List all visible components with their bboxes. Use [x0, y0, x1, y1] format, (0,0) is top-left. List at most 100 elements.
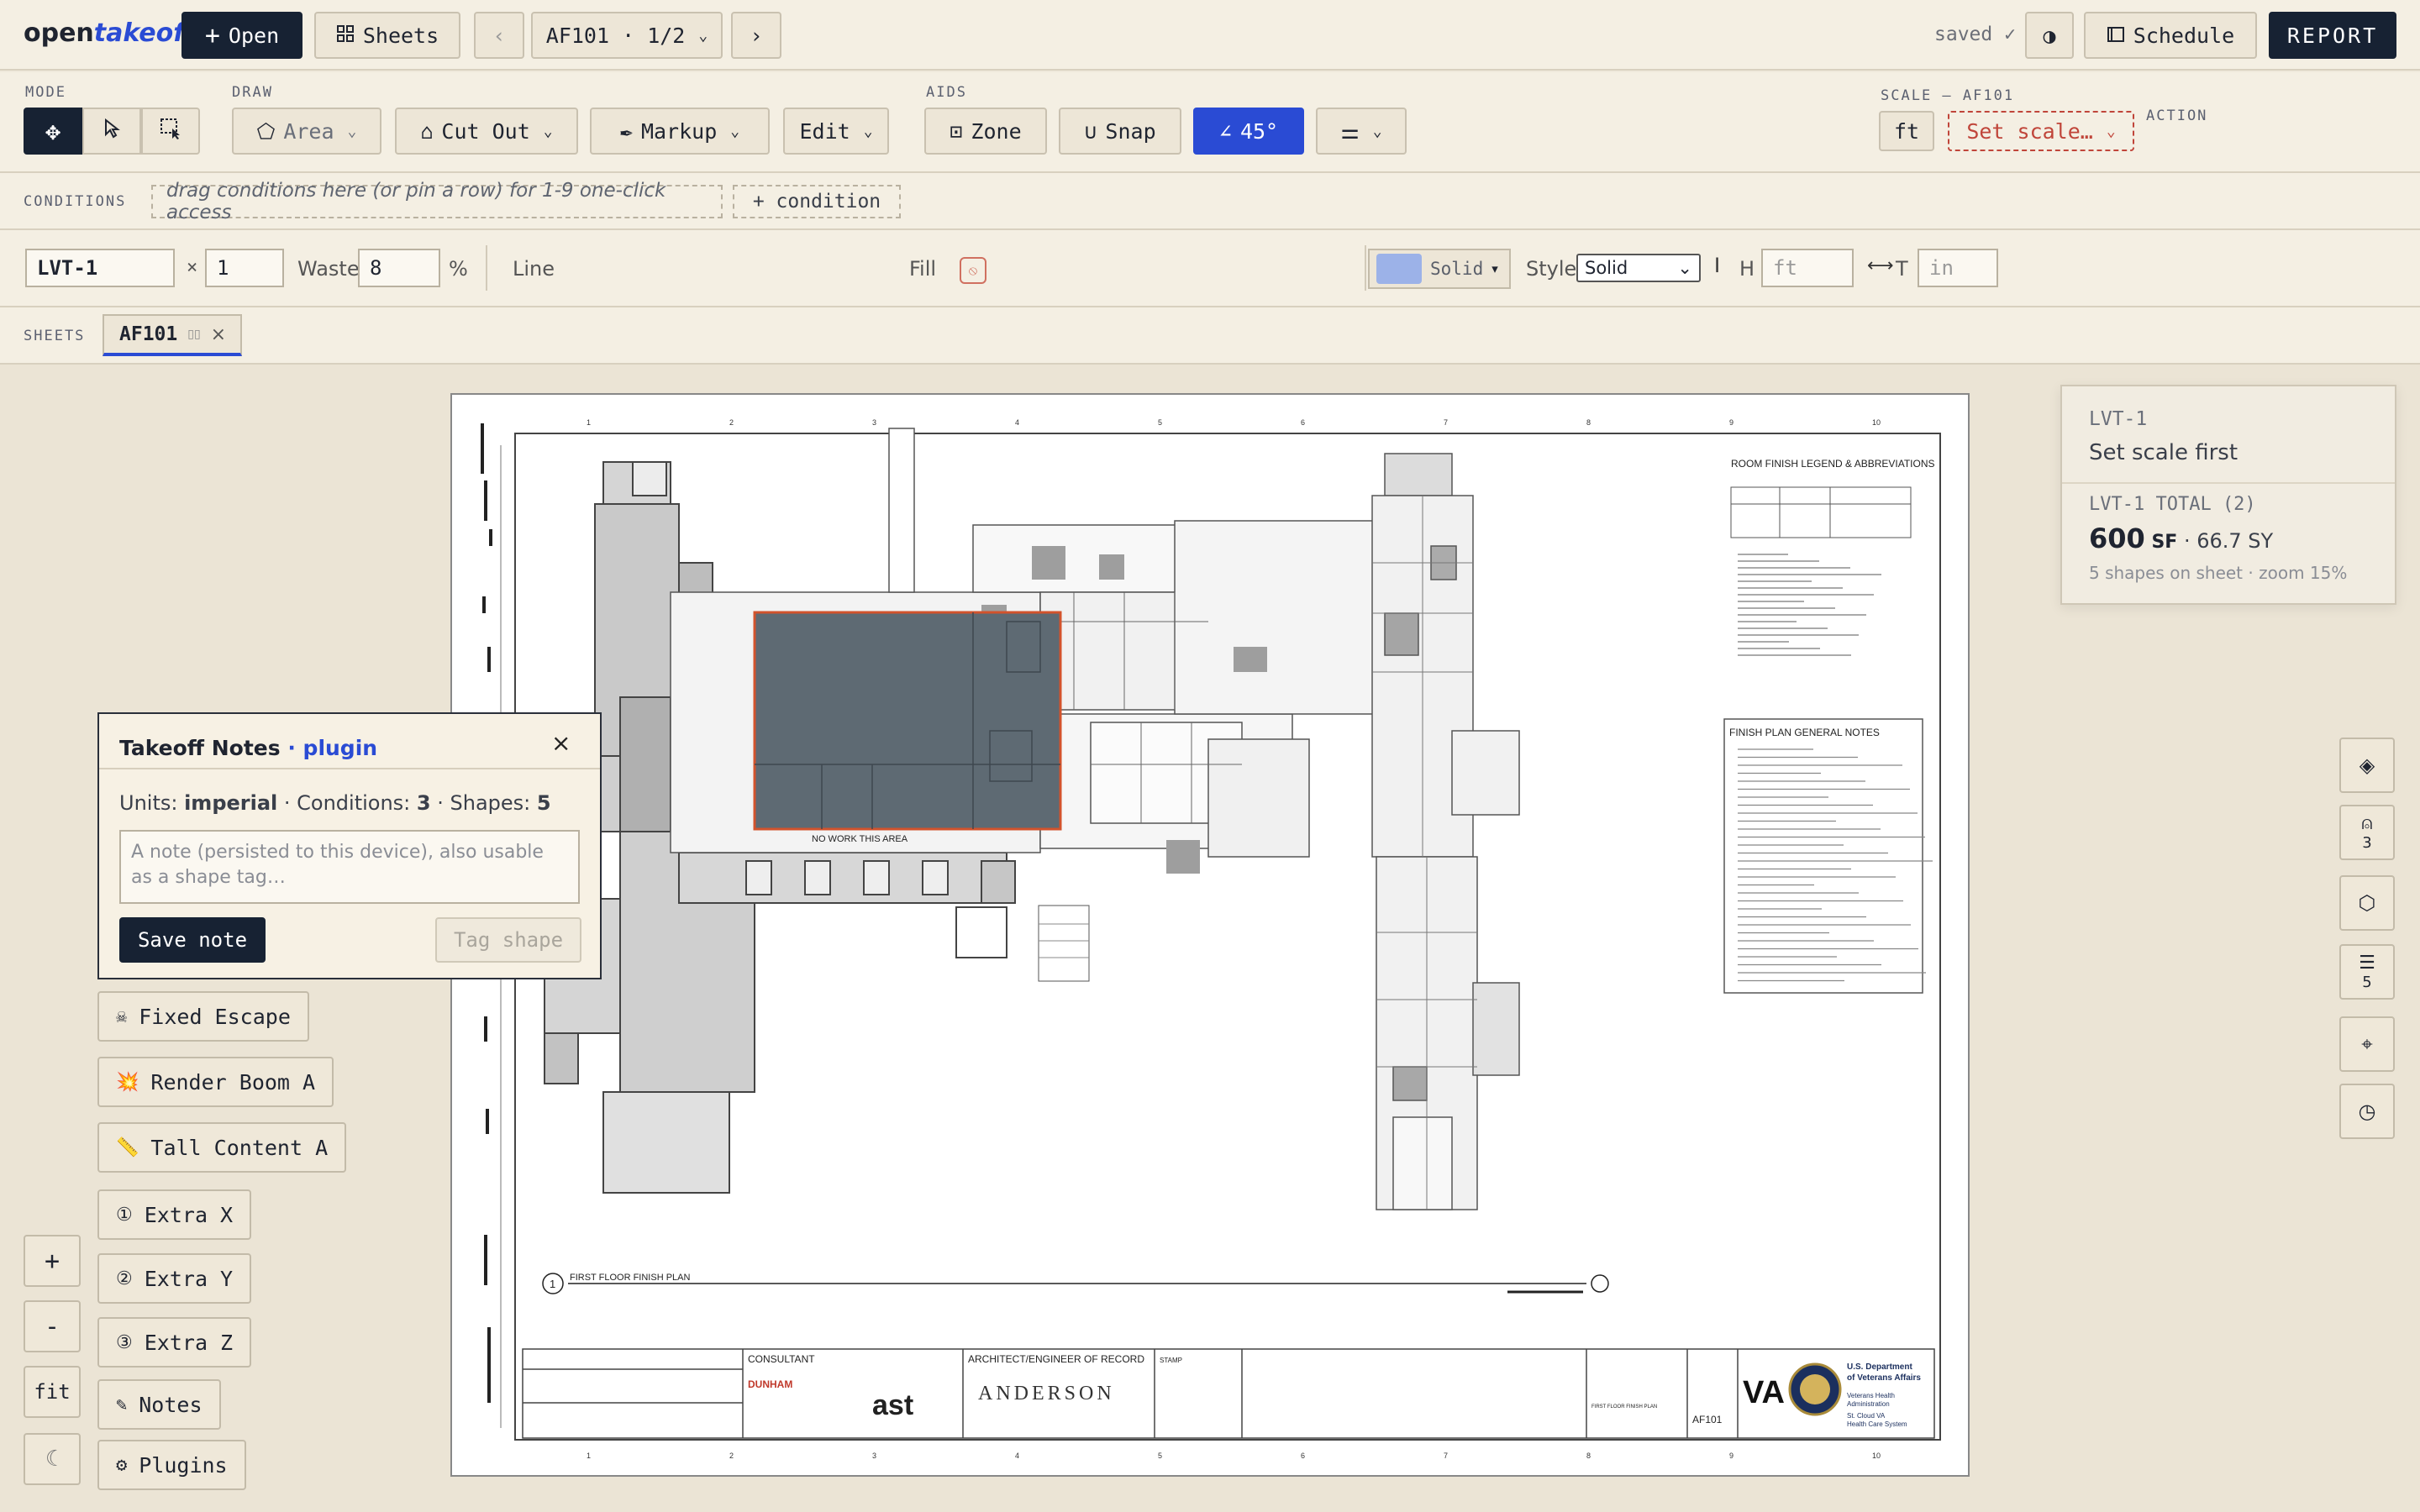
cutout-icon: ⌂ [420, 118, 434, 144]
snap-button[interactable]: ∪ Snap [1059, 108, 1181, 155]
chevron-left-icon: ‹ [492, 23, 506, 48]
plugin-icon: ③ [116, 1331, 133, 1353]
sheet-tab-af101[interactable]: AF101 ▯▯ × [103, 314, 242, 356]
va-logo: VA [1743, 1375, 1785, 1410]
schedule-icon [2107, 24, 2125, 48]
grid-label: 3 [872, 418, 876, 427]
plugin-button-notes[interactable]: ✎ Notes [97, 1379, 221, 1430]
shapes-panel-button[interactable]: ⬡ [2339, 875, 2395, 931]
markup-tool-button[interactable]: ✒ Markup ⌄ [590, 108, 770, 155]
plugin-icon: ✎ [116, 1394, 128, 1415]
grid-label: 2 [729, 1452, 734, 1460]
sheet-selector[interactable]: AF101 · 1/2 ⌄ [531, 12, 723, 59]
aids-heading: AIDS [926, 84, 967, 101]
box-select-mode-button[interactable] [141, 108, 200, 155]
divider [1365, 245, 1366, 291]
fit-button[interactable]: fit [24, 1366, 81, 1418]
note-placeholder: A note (persisted to this device), also … [131, 842, 544, 888]
architect-label: ARCHITECT/ENGINEER OF RECORD [968, 1353, 1144, 1365]
plugin-icon: ② [116, 1268, 133, 1289]
add-condition-button[interactable]: + condition [733, 185, 901, 218]
list-panel-button[interactable]: ☰ 5 [2339, 944, 2395, 1000]
hexagon-icon: ⬡ [2358, 891, 2376, 915]
plugin-button-plugins[interactable]: ⚙ Plugins [97, 1440, 246, 1490]
save-note-button[interactable]: Save note [119, 917, 266, 963]
chevron-right-icon: › [750, 23, 763, 48]
pentagon-icon: ⬠ [256, 118, 276, 144]
next-sheet-button[interactable]: › [731, 12, 781, 59]
condition-name-input[interactable]: LVT-1 [25, 249, 175, 287]
tag-shape-button[interactable]: Tag shape [435, 917, 581, 963]
compass-button[interactable]: ◈ [2339, 738, 2395, 793]
unit-button[interactable]: ft [1879, 111, 1934, 151]
thickness-icon: ⟷ [1867, 255, 1894, 276]
anderson-logo: ANDERSON [978, 1383, 1115, 1404]
plugin-button-extra-z[interactable]: ③ Extra Z [97, 1317, 252, 1368]
edit-menu-button[interactable]: Edit ⌄ [783, 108, 889, 155]
zone-icon: ⊡ [950, 118, 963, 144]
fill-color-label: Fill [909, 257, 937, 281]
cutout-label: Cut Out [441, 118, 530, 144]
plugin-button-extra-x[interactable]: ① Extra X [97, 1189, 252, 1240]
drawing-sheet[interactable]: 1 2 3 4 5 6 7 8 9 10 NO WORK THIS AREA R… [450, 393, 1970, 1477]
settings-sliders-button[interactable]: ⚌ ⌄ [1316, 108, 1407, 155]
no-fill-swatch[interactable]: ⦸ [960, 257, 986, 284]
height-input[interactable]: ft [1761, 249, 1854, 287]
open-button[interactable]: + Open [182, 12, 302, 59]
theme-toggle-button[interactable]: ◑ [2025, 12, 2074, 59]
app-logo: opentakeoff [24, 18, 194, 48]
zone-button[interactable]: ⊡ Zone [924, 108, 1047, 155]
close-icon[interactable]: × [551, 729, 571, 757]
zoom-out-button[interactable]: - [24, 1300, 81, 1352]
line-style-select[interactable]: Solid ⌄ [1576, 254, 1701, 282]
pan-mode-button[interactable]: ✥ [24, 108, 82, 155]
waste-input[interactable]: 8 [358, 249, 440, 287]
style-label: Style [1526, 257, 1577, 281]
fill-mode-select[interactable]: Solid ▾ [1368, 249, 1511, 289]
height-icon: Ι [1714, 254, 1721, 277]
plugin-button-extra-y[interactable]: ② Extra Y [97, 1253, 252, 1304]
zoom-in-button[interactable]: + [24, 1235, 81, 1287]
area-tool-button[interactable]: ⬠ Area ⌄ [232, 108, 381, 155]
history-button[interactable]: ◷ [2339, 1084, 2395, 1139]
dark-mode-button[interactable]: ☾ [24, 1433, 81, 1485]
lvt-1-area-shape[interactable] [753, 611, 1062, 831]
tag-shape-label: Tag shape [453, 928, 564, 952]
logo-text-takeoff: takeoff [93, 18, 195, 48]
general-notes-box [1723, 718, 1923, 994]
split-view-icon[interactable]: ▯▯ [187, 328, 200, 341]
plugin-label: Extra X [144, 1202, 234, 1227]
stamp-icon: ⍝ [2361, 813, 2373, 834]
locate-button[interactable]: ⌖ [2339, 1016, 2395, 1072]
note-textarea[interactable]: A note (persisted to this device), also … [119, 830, 580, 904]
close-icon[interactable]: × [211, 324, 226, 345]
chevron-down-icon: ⌄ [2106, 122, 2116, 140]
draw-toolbar: MODE DRAW AIDS SCALE — AF101 ACTION ✥ ⬠ … [0, 72, 2420, 173]
plugin-button-tall-content-a[interactable]: 📏 Tall Content A [97, 1122, 347, 1173]
conditions-count-label: · Conditions: [277, 791, 417, 815]
schedule-button[interactable]: Schedule [2084, 12, 2257, 59]
notes-title-text: Takeoff Notes [119, 736, 281, 760]
plugin-label: Extra Y [144, 1266, 234, 1291]
line-style-value: Solid [1585, 258, 1628, 278]
chevron-down-icon: ⌄ [1677, 258, 1692, 278]
cutout-tool-button[interactable]: ⌂ Cut Out ⌄ [395, 108, 578, 155]
clock-icon: ◷ [2358, 1100, 2376, 1123]
report-button[interactable]: REPORT [2269, 12, 2396, 59]
no-fill-icon: ⦸ [968, 262, 978, 278]
plugin-button-fixed-escape[interactable]: ☠ Fixed Escape [97, 991, 309, 1042]
select-mode-button[interactable] [82, 108, 141, 155]
plugin-button-render-boom-a[interactable]: 💥 Render Boom A [97, 1057, 334, 1107]
east-wing [1371, 453, 1520, 1210]
thickness-input[interactable]: in [1918, 249, 1998, 287]
conditions-drop-zone[interactable]: drag conditions here (or pin a row) for … [151, 180, 723, 223]
angle-label: 45° [1239, 118, 1279, 144]
plus-icon: + [44, 1246, 60, 1276]
prev-sheet-button[interactable]: ‹ [474, 12, 524, 59]
set-scale-button[interactable]: Set scale… ⌄ [1948, 111, 2134, 151]
fill-mode-label: Solid [1430, 259, 1484, 279]
sheets-button[interactable]: Sheets [314, 12, 460, 59]
angle-lock-button[interactable]: ∠ 45° [1193, 108, 1304, 155]
multiplier-input[interactable]: 1 [205, 249, 284, 287]
conditions-panel-button[interactable]: ⍝ 3 [2339, 805, 2395, 860]
